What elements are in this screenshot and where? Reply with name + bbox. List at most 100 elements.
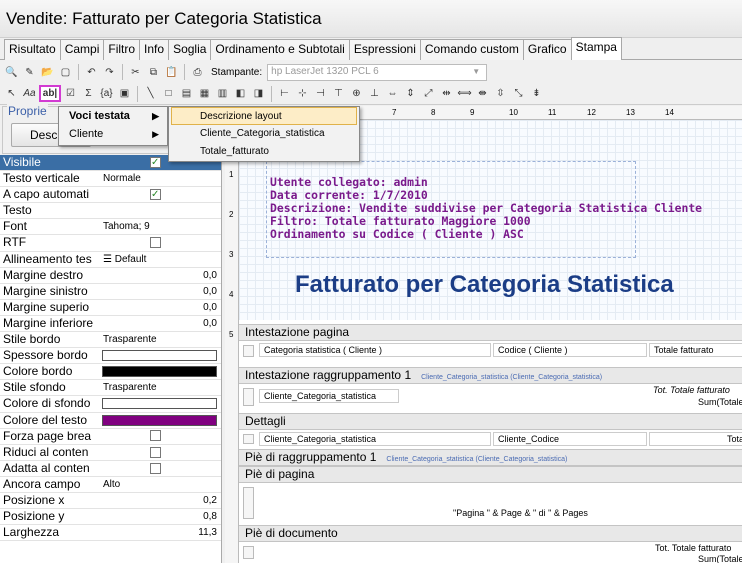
field-hdr-total[interactable]: Totale fatturato	[649, 343, 742, 357]
edit-icon[interactable]: ✎	[21, 64, 38, 81]
undo-icon[interactable]: ↶	[83, 64, 100, 81]
cut-icon[interactable]: ✂	[127, 64, 144, 81]
band-details[interactable]: Dettagli	[239, 413, 742, 430]
property-row[interactable]: Posizione y 0,8	[0, 509, 221, 526]
same-height-icon[interactable]: ⇕	[402, 85, 419, 102]
same-size-icon[interactable]: ⤢	[420, 85, 437, 102]
color-swatch[interactable]	[102, 350, 217, 362]
band-doc-footer[interactable]: Piè di documento	[239, 525, 742, 542]
tab-filtro[interactable]: Filtro	[103, 39, 141, 60]
tab-info[interactable]: Info	[139, 39, 170, 60]
property-value[interactable]: Alto	[100, 477, 221, 492]
redo-icon[interactable]: ↷	[101, 64, 118, 81]
property-row[interactable]: A capo automati	[0, 187, 221, 204]
tab-ordinamento-e-subtotali[interactable]: Ordinamento e Subtotali	[210, 39, 350, 60]
checkbox[interactable]	[150, 237, 161, 249]
align-right-icon[interactable]: ⊣	[312, 85, 329, 102]
copy-icon[interactable]: ⧉	[145, 64, 162, 81]
property-value[interactable]: Tahoma; 9	[100, 219, 221, 234]
textbox-tool-icon[interactable]: ab|	[39, 85, 61, 102]
grid-icon[interactable]: ▦	[196, 85, 213, 102]
property-value[interactable]: Normale	[100, 171, 221, 186]
align-center-icon[interactable]: ⊹	[294, 85, 311, 102]
property-value[interactable]: 0,0	[100, 268, 221, 283]
property-row[interactable]: Adatta al conten	[0, 461, 221, 477]
property-row[interactable]: Margine destro 0,0	[0, 268, 221, 284]
property-value[interactable]: 11,3	[100, 525, 221, 540]
property-value[interactable]: ☰ Default	[100, 252, 221, 267]
printer-setup-icon[interactable]: ⎙	[189, 64, 206, 81]
v-spacing-equal-icon[interactable]: ⤡	[510, 85, 527, 102]
tab-soglia[interactable]: Soglia	[168, 39, 212, 60]
property-value[interactable]	[100, 396, 221, 411]
band-page-footer[interactable]: Piè di pagina	[239, 466, 742, 483]
submenu-item[interactable]: Descrizione layout	[171, 107, 357, 125]
field-det-code[interactable]: Cliente_Codice	[493, 432, 647, 446]
checkbox[interactable]	[150, 462, 161, 474]
field-grp-total-label[interactable]: Tot. Totale fatturato	[649, 384, 742, 396]
property-row[interactable]: Stile bordo Trasparente	[0, 332, 221, 349]
bar-tool-icon[interactable]: ▤	[178, 85, 195, 102]
submenu-item[interactable]: Cliente_Categoria_statistica	[169, 125, 359, 143]
property-value[interactable]: Trasparente	[100, 380, 221, 395]
page-footer-area[interactable]: "Pagina " & Page & " di " & Pages	[239, 483, 742, 523]
rectangle-tool-icon[interactable]: □	[160, 85, 177, 102]
field-doc-total-sum[interactable]: Sum(Totale	[694, 553, 742, 563]
property-value[interactable]	[100, 429, 221, 444]
print-preview-icon[interactable]: 🔍	[3, 64, 20, 81]
property-row[interactable]: Larghezza 11,3	[0, 525, 221, 542]
property-row[interactable]: Forza page brea	[0, 429, 221, 445]
property-row[interactable]: Margine superio 0,0	[0, 300, 221, 316]
property-row[interactable]: Margine inferiore 0,0	[0, 316, 221, 333]
property-row[interactable]: Riduci al conten	[0, 445, 221, 461]
field-grp-total-sum[interactable]: Sum(Totale_	[694, 396, 742, 408]
field-hdr-category[interactable]: Categoria statistica ( Cliente )	[259, 343, 491, 357]
line-tool-icon[interactable]: ╲	[142, 85, 159, 102]
property-value[interactable]: 0,0	[100, 300, 221, 315]
label-tool-icon[interactable]: Aa	[21, 85, 38, 102]
tab-risultato[interactable]: Risultato	[4, 39, 61, 60]
printer-select[interactable]: hp LaserJet 1320 PCL 6 ▼	[267, 63, 488, 81]
align-bottom-icon[interactable]: ⊥	[366, 85, 383, 102]
doc-footer-area[interactable]: Tot. Totale fatturato Sum(Totale	[239, 542, 742, 563]
property-row[interactable]: Testo	[0, 203, 221, 220]
tab-espressioni[interactable]: Espressioni	[348, 39, 421, 60]
property-row[interactable]: Posizione x 0,2	[0, 493, 221, 510]
color-swatch[interactable]	[102, 366, 217, 378]
v-spacing-inc-icon[interactable]: ⇟	[528, 85, 545, 102]
color-swatch[interactable]	[102, 414, 217, 426]
property-row[interactable]: Testo verticale Normale	[0, 171, 221, 188]
submenu-item[interactable]: Totale_fatturato	[169, 143, 359, 161]
property-row[interactable]: Colore del testo	[0, 413, 221, 429]
paste-icon[interactable]: 📋	[163, 64, 180, 81]
property-value[interactable]: 0,2	[100, 493, 221, 508]
expression-icon[interactable]: {a}	[98, 85, 115, 102]
align-middle-icon[interactable]: ⊕	[348, 85, 365, 102]
new-page-icon[interactable]: ▢	[57, 64, 74, 81]
property-row[interactable]: Ancora campo Alto	[0, 477, 221, 493]
tab-campi[interactable]: Campi	[59, 39, 105, 60]
color-swatch[interactable]	[102, 398, 217, 410]
checkbox[interactable]	[150, 430, 161, 442]
field-det-category[interactable]: Cliente_Categoria_statistica	[259, 432, 491, 446]
same-width-icon[interactable]: ⇔	[384, 85, 401, 102]
checkbox[interactable]	[150, 155, 161, 170]
property-value[interactable]	[100, 364, 221, 379]
info-textbox[interactable]: Utente collegato: admin Data corrente: 1/…	[266, 161, 702, 258]
property-row[interactable]: Stile sfondo Trasparente	[0, 380, 221, 397]
property-value[interactable]	[100, 461, 221, 476]
h-spacing-icon[interactable]: ⇹	[438, 85, 455, 102]
bring-front-icon[interactable]: ◧	[232, 85, 249, 102]
property-value[interactable]: 0,0	[100, 284, 221, 299]
checkbox-tool-icon[interactable]: ☑	[62, 85, 79, 102]
table-icon[interactable]: ▥	[214, 85, 231, 102]
property-row[interactable]: Font Tahoma; 9	[0, 219, 221, 236]
property-value[interactable]	[100, 235, 221, 250]
h-spacing-inc-icon[interactable]: ⇼	[474, 85, 491, 102]
property-row[interactable]: Spessore bordo	[0, 348, 221, 365]
band-page-header[interactable]: Intestazione pagina	[239, 324, 742, 341]
property-row[interactable]: Colore bordo	[0, 364, 221, 381]
h-spacing-equal-icon[interactable]: ⟺	[456, 85, 473, 102]
property-row[interactable]: Margine sinistro 0,0	[0, 284, 221, 300]
tab-stampa[interactable]: Stampa	[570, 37, 622, 60]
